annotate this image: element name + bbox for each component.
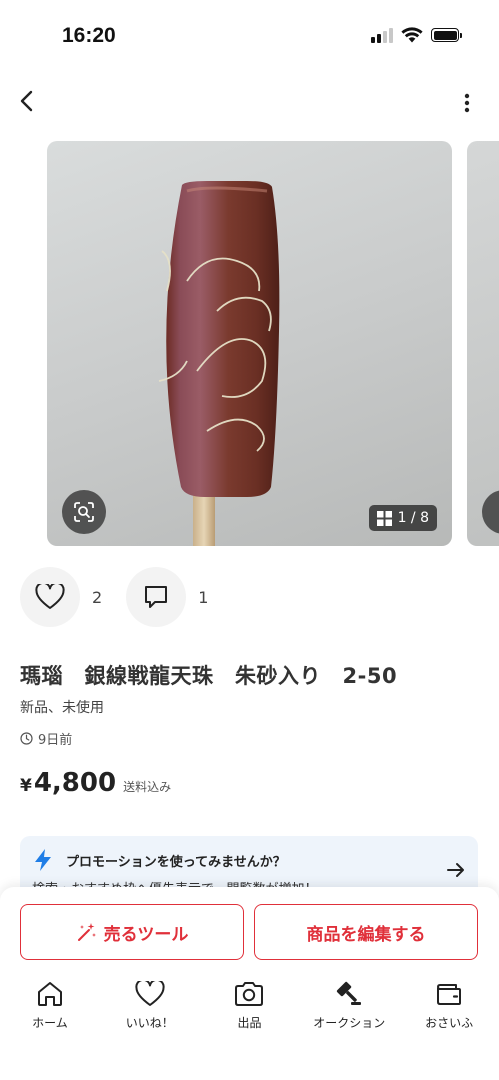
tab-home-label: ホーム [32, 1016, 68, 1030]
chevron-left-icon [20, 90, 33, 112]
comment-count: 1 [198, 587, 209, 607]
promo-title: プロモーションを使ってみませんか？ [66, 855, 286, 870]
image-search-icon [482, 490, 499, 534]
tab-listing[interactable]: 出品 [200, 979, 300, 1039]
item-condition: 新品、未使用 [20, 700, 104, 716]
heart-icon [135, 979, 165, 1009]
image-search-button[interactable] [62, 490, 106, 534]
magic-wand-icon [77, 923, 96, 941]
tab-auction[interactable]: オークション [299, 979, 399, 1039]
like-button[interactable] [20, 567, 80, 627]
arrow-right-icon [447, 863, 464, 877]
wallet-icon [435, 979, 463, 1009]
grid-icon [376, 510, 392, 526]
back-button[interactable] [12, 86, 42, 116]
next-photo-preview[interactable] [467, 141, 499, 546]
home-icon [36, 979, 64, 1009]
posted-time-text: 9日前 [38, 733, 73, 748]
status-icons [371, 27, 462, 43]
camera-icon [233, 979, 265, 1009]
status-bar: 16:20 [0, 0, 499, 70]
bottom-action-sheet: 売るツール 商品を編集する ホーム いいね！ 出品 オークション おさいふ [0, 887, 499, 1080]
comment-icon [145, 586, 168, 608]
gavel-icon [335, 979, 363, 1009]
battery-icon [431, 28, 462, 42]
edit-item-label: 商品を編集する [306, 924, 426, 945]
price-amount: 4,800 [33, 768, 117, 798]
edit-item-button[interactable]: 商品を編集する [254, 904, 478, 960]
tab-listing-label: 出品 [237, 1016, 262, 1030]
shipping-note: 送料込み [123, 780, 172, 794]
bottom-tab-bar: ホーム いいね！ 出品 オークション おさいふ [0, 979, 499, 1039]
cellular-signal-icon [371, 27, 393, 43]
sell-tool-label: 売るツール [103, 924, 189, 945]
lightning-icon [35, 849, 51, 871]
item-price: ¥ 4,800 送料込み [20, 768, 171, 798]
sell-tool-button[interactable]: 売るツール [20, 904, 244, 960]
image-search-icon [74, 502, 94, 522]
like-count: 2 [92, 587, 103, 607]
reactions: 2 1 [20, 567, 232, 627]
tab-auction-label: オークション [313, 1016, 386, 1030]
status-time: 16:20 [62, 24, 116, 47]
item-title: 瑪瑙 銀線戦龍天珠 朱砂入り 2-50 [20, 664, 398, 688]
tab-wallet-label: おさいふ [425, 1016, 474, 1030]
tab-wallet[interactable]: おさいふ [399, 979, 499, 1039]
heart-icon [35, 584, 65, 609]
price-symbol: ¥ [20, 776, 32, 796]
photo-counter[interactable]: 1 / 8 [368, 505, 437, 531]
more-options-button[interactable] [455, 88, 479, 118]
tab-likes-label: いいね！ [125, 1016, 174, 1030]
tab-likes[interactable]: いいね！ [100, 979, 200, 1039]
comment-button[interactable] [126, 567, 187, 627]
photo-gallery[interactable]: 1 / 8 [0, 141, 499, 546]
agate-bead-image [158, 181, 280, 546]
photo-counter-text: 1 / 8 [397, 510, 429, 526]
posted-time: 9日前 [20, 729, 72, 748]
tab-home[interactable]: ホーム [0, 979, 100, 1039]
clock-icon [20, 732, 33, 745]
more-vertical-icon [464, 93, 470, 113]
wifi-icon [401, 27, 423, 43]
product-photo[interactable]: 1 / 8 [47, 141, 452, 546]
